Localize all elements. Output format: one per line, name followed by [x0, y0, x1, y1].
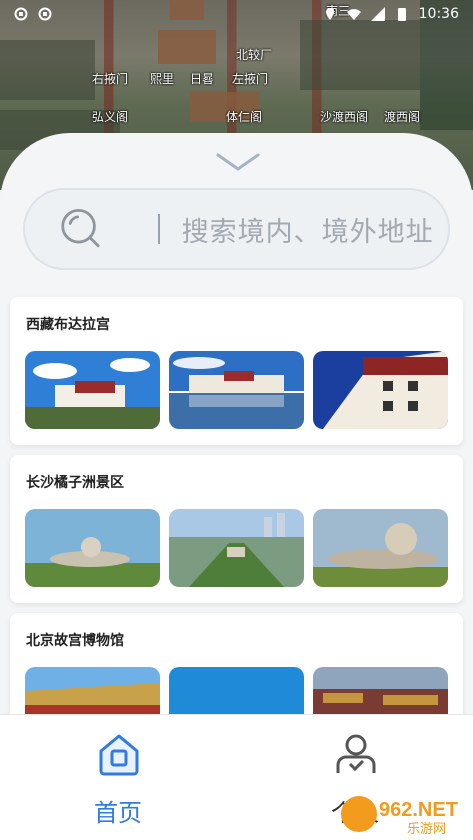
- watermark: 962.NET 乐游网: [337, 790, 467, 837]
- watermark-logo: 962.NET 乐游网: [341, 796, 458, 837]
- watermark-text: 962.NET: [379, 799, 458, 821]
- signal-icon: [370, 7, 385, 21]
- battery-icon: [397, 8, 406, 21]
- scenic-thumbnail[interactable]: [313, 509, 448, 587]
- map-label: 渡西阁: [384, 110, 421, 124]
- map-label: 体仁阁: [226, 110, 263, 124]
- scenic-thumbnail[interactable]: [313, 351, 448, 429]
- nav-item-home[interactable]: 首页: [0, 715, 236, 840]
- map-label: 熙里: [150, 72, 175, 86]
- sync-icon: [38, 7, 52, 21]
- collapse-chevron-icon[interactable]: [216, 153, 260, 171]
- location-icon: [325, 8, 334, 20]
- scenic-thumbnail[interactable]: [169, 351, 304, 429]
- map-label: 弘义阁: [92, 110, 129, 124]
- watermark-subtext: 乐游网: [407, 822, 446, 836]
- card-title: 北京故宫博物馆: [26, 633, 124, 649]
- search-bar[interactable]: 搜索境内、境外地址: [23, 188, 450, 270]
- map-label: 左掖门: [232, 72, 269, 86]
- card-title: 长沙橘子洲景区: [26, 475, 124, 491]
- profile-icon: [336, 734, 376, 773]
- sync-icon: [14, 7, 28, 21]
- scenic-thumbnail[interactable]: [25, 509, 160, 587]
- status-time: 10:36: [418, 6, 459, 22]
- map-label: 沙渡西阁: [320, 110, 369, 124]
- scenic-thumbnail[interactable]: [169, 509, 304, 587]
- card-title: 西藏布达拉宫: [26, 317, 110, 333]
- map-label: 北较厂: [236, 48, 273, 62]
- search-icon: [61, 208, 100, 248]
- wifi-icon: [346, 9, 361, 20]
- scenic-thumbnail[interactable]: [25, 351, 160, 429]
- search-divider: [157, 214, 160, 244]
- scenic-card[interactable]: 西藏布达拉宫: [10, 297, 463, 445]
- nav-label-home: 首页: [94, 799, 142, 827]
- search-input[interactable]: 搜索境内、境外地址: [182, 210, 448, 249]
- status-bar: 10:36: [0, 0, 473, 28]
- home-icon: [99, 734, 139, 776]
- map-label: 日晷: [190, 72, 215, 86]
- scenic-card[interactable]: 长沙橘子洲景区: [10, 455, 463, 603]
- map-label: 右掖门: [92, 72, 129, 86]
